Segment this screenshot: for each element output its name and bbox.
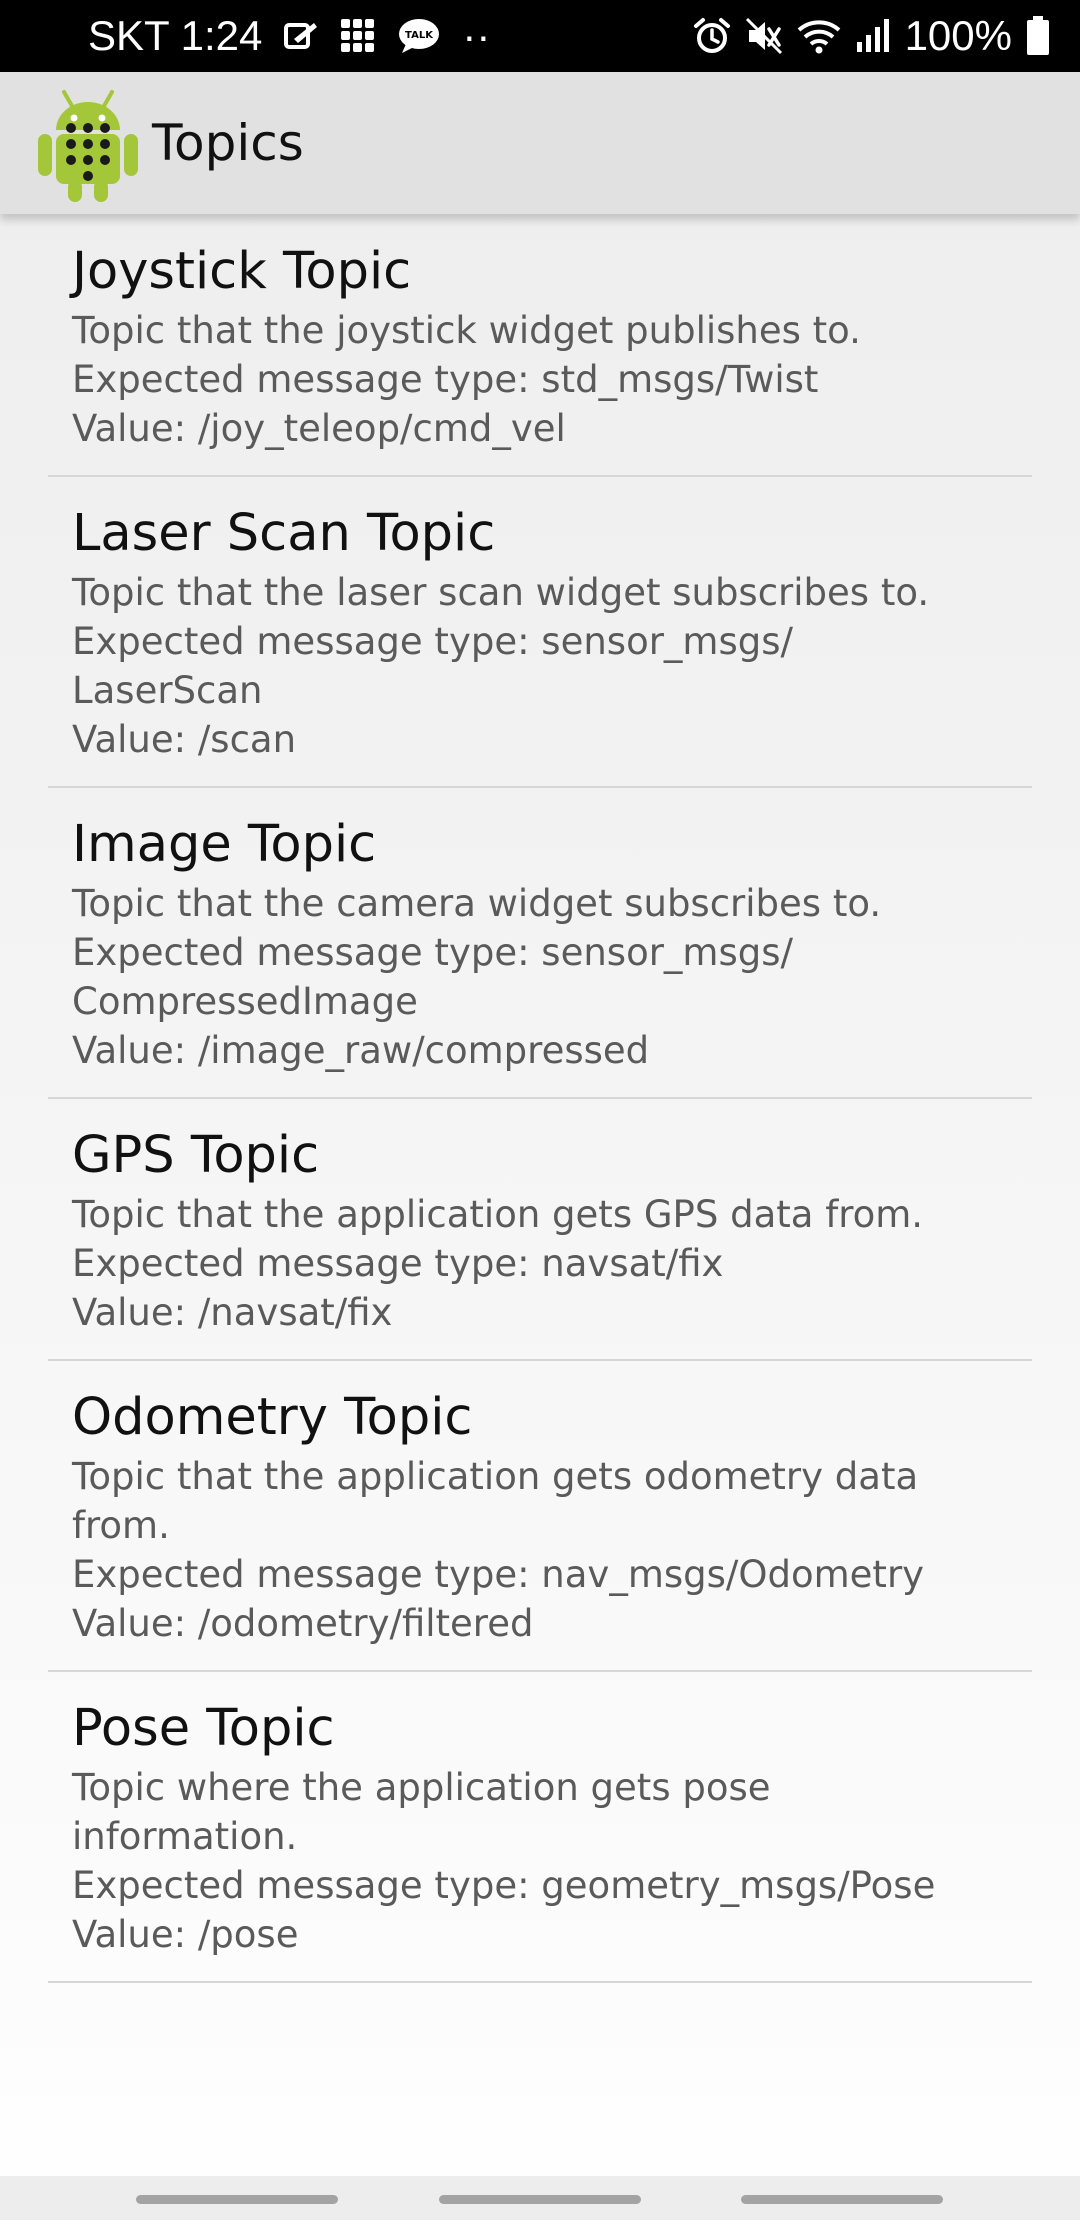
back-button[interactable] [741,2195,943,2204]
navigation-bar [0,2176,1080,2220]
android-robot-icon [36,86,140,202]
talk-badge: TALK [405,30,434,41]
preference-summary: Topic where the application gets pose in… [72,1766,936,1956]
status-right: 100% [693,0,1050,72]
status-left: SKT 1:24 TALK ·· [88,0,490,72]
preference-gps-topic[interactable]: GPS Topic Topic that the application get… [0,1099,1080,1359]
battery-icon [1026,16,1050,56]
preference-laser-scan-topic[interactable]: Laser Scan Topic Topic that the laser sc… [0,477,1080,786]
preference-title: Joystick Topic [72,242,412,301]
preference-image-topic[interactable]: Image Topic Topic that the camera widget… [0,788,1080,1097]
action-bar: Topics [0,72,1080,214]
talk-bubble-icon: TALK [398,18,440,54]
preference-summary: Topic that the joystick widget publishes… [72,309,861,450]
preference-summary: Topic that the application gets odometry… [72,1455,925,1645]
preference-odometry-topic[interactable]: Odometry Topic Topic that the applicatio… [0,1361,1080,1670]
pen-notification-icon [284,19,318,53]
alarm-icon [693,17,731,55]
preference-title: Pose Topic [72,1699,335,1758]
page-title: Topics [152,114,304,172]
grid-notification-icon [340,18,376,54]
preference-title: Image Topic [72,815,377,874]
preference-summary: Topic that the application gets GPS data… [72,1193,924,1334]
preference-pose-topic[interactable]: Pose Topic Topic where the application g… [0,1672,1080,1981]
recents-button[interactable] [136,2195,338,2204]
preference-title: Odometry Topic [72,1388,473,1447]
preference-joystick-topic[interactable]: Joystick Topic Topic that the joystick w… [0,214,1080,475]
status-bar: SKT 1:24 TALK ·· 100% [0,0,1080,72]
divider [48,1981,1032,1983]
carrier-time: SKT 1:24 [88,12,263,59]
preference-summary: Topic that the camera widget subscribes … [72,882,882,1072]
overflow-dots: ·· [462,12,491,59]
mute-icon [745,17,783,55]
home-button[interactable] [439,2195,641,2204]
preference-title: Laser Scan Topic [72,504,496,563]
preference-title: GPS Topic [72,1126,320,1185]
wifi-icon [797,18,841,54]
preference-summary: Topic that the laser scan widget subscri… [72,571,930,761]
preference-list: Joystick Topic Topic that the joystick w… [0,214,1080,1983]
battery-percent: 100% [904,12,1012,59]
signal-icon [855,18,891,54]
